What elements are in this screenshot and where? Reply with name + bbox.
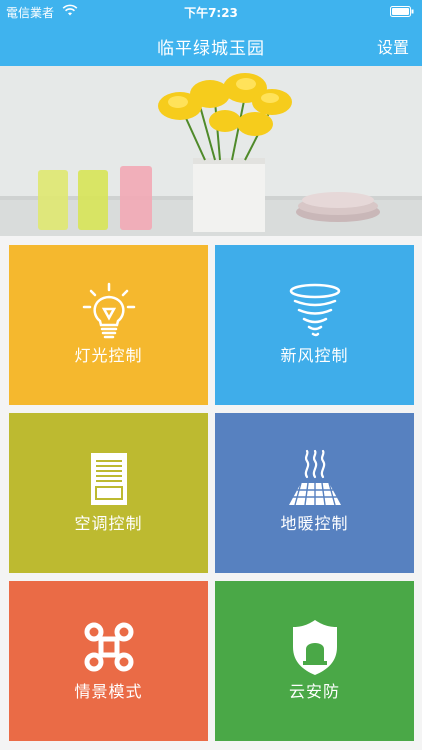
- tile-label-air-conditioner: 空调控制: [74, 514, 143, 533]
- tile-label-lighting: 灯光控制: [74, 346, 143, 365]
- tile-label-floor-heating: 地暖控制: [280, 514, 349, 533]
- tile-floor-heating[interactable]: 地暖控制: [215, 413, 414, 573]
- banner-image: [0, 66, 422, 236]
- status-time: 下午7:23: [184, 6, 238, 20]
- command-scene-icon: [84, 622, 133, 672]
- banner-photo: [0, 66, 422, 236]
- tile-label-scene-mode: 情景模式: [74, 682, 143, 701]
- air-conditioner-icon: [90, 453, 127, 505]
- security-shield-icon: [292, 620, 337, 675]
- tile-air-conditioner[interactable]: 空调控制: [9, 413, 208, 573]
- tile-label-fresh-air: 新风控制: [280, 346, 349, 365]
- fresh-air-tornado-icon: [289, 283, 340, 337]
- header: 電信業者 下午7:23 临平绿城玉园 设置: [0, 0, 422, 66]
- nav-bar: 临平绿城玉园 设置: [0, 22, 422, 66]
- battery-icon: [390, 6, 414, 17]
- tile-cloud-security[interactable]: 云安防: [215, 581, 414, 741]
- page-title: 临平绿城玉园: [157, 39, 265, 59]
- lightbulb-icon: [82, 282, 135, 339]
- tile-scene-mode[interactable]: 情景模式: [9, 581, 208, 741]
- floor-heating-icon: [288, 449, 341, 506]
- tile-lighting[interactable]: 灯光控制: [9, 245, 208, 405]
- tile-label-cloud-security: 云安防: [288, 682, 340, 701]
- status-bar: 電信業者 下午7:23: [0, 0, 422, 22]
- settings-button[interactable]: 设置: [377, 34, 409, 58]
- app-screen: 電信業者 下午7:23 临平绿城玉园 设置 灯光控制 新风控制 空调控制 地暖控…: [0, 0, 422, 750]
- tile-fresh-air[interactable]: 新风控制: [215, 245, 414, 405]
